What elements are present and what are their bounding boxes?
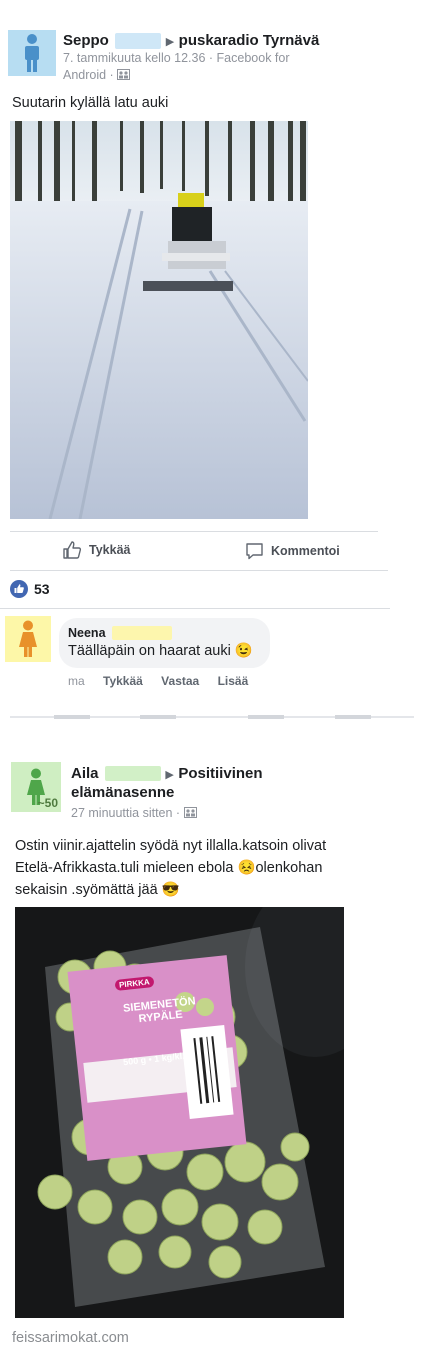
post-photo-ski-track[interactable] xyxy=(10,121,308,519)
redacted-name xyxy=(111,625,172,640)
comment-reply-link[interactable]: Vastaa xyxy=(161,674,199,688)
female-user-icon xyxy=(19,620,37,657)
grapes-image xyxy=(15,907,344,1318)
author-avatar[interactable]: ~50 xyxy=(11,762,61,812)
group-name-line1[interactable]: Positiivinen xyxy=(178,765,262,782)
redacted-name xyxy=(115,32,162,49)
post-header: Seppo ▶ puskaradio Tyrnävä xyxy=(63,32,319,50)
reaction-summary[interactable]: 53 xyxy=(10,580,50,598)
speech-bubble-icon xyxy=(246,543,263,560)
like-reaction-icon xyxy=(10,580,28,598)
separator-mark xyxy=(335,715,371,719)
reaction-count: 53 xyxy=(34,581,50,597)
post-time[interactable]: 27 minuuttia sitten · xyxy=(71,806,180,820)
male-user-icon xyxy=(25,34,39,72)
group-name[interactable]: puskaradio Tyrnävä xyxy=(179,32,320,49)
like-button[interactable]: Tykkää xyxy=(62,540,130,560)
avatar-badge: ~50 xyxy=(37,796,58,810)
post-header: Aila ▶ Positiivinen xyxy=(71,765,263,783)
arrow-right-icon: ▶ xyxy=(165,36,175,48)
group-name-line2[interactable]: elämänasenne xyxy=(71,784,174,801)
commenter-avatar[interactable] xyxy=(5,616,51,662)
commenter-name[interactable]: Neena xyxy=(68,626,106,640)
watermark: feissarimokat.com xyxy=(12,1330,129,1346)
post-photo-grapes[interactable]: PIRKKA SIEMENETÖN RYPÄLE 500 g • 1 kg/kl… xyxy=(15,907,344,1318)
post-text: Suutarin kylällä latu auki xyxy=(12,95,169,111)
author-name[interactable]: Aila xyxy=(71,765,99,782)
separator-mark xyxy=(54,715,90,719)
comment-actions: ma Tykkää Vastaa Lisää xyxy=(68,674,248,688)
comment-time[interactable]: ma xyxy=(68,674,85,688)
arrow-right-icon: ▶ xyxy=(165,769,174,781)
comment-text: Täälläpäin on haarat auki 😉 xyxy=(68,643,253,659)
post-text: Ostin viinir.ajattelin syödä nyt illalla… xyxy=(15,838,327,898)
author-avatar[interactable] xyxy=(8,30,56,76)
post-meta-line1[interactable]: 7. tammikuuta kello 12.36 · Facebook for xyxy=(63,51,290,65)
comment-button[interactable]: Kommentoi xyxy=(245,542,340,560)
separator-mark xyxy=(248,715,284,719)
separator-mark xyxy=(140,715,176,719)
post-meta-line2: Android · xyxy=(63,68,114,82)
comment-like-link[interactable]: Tykkää xyxy=(103,674,143,688)
thumbs-up-icon xyxy=(63,541,82,559)
group-audience-icon xyxy=(183,807,197,818)
comment-more-link[interactable]: Lisää xyxy=(218,674,249,688)
author-name[interactable]: Seppo xyxy=(63,32,109,49)
redacted-name xyxy=(104,766,161,782)
group-audience-icon xyxy=(117,69,131,80)
ski-track-image xyxy=(10,121,308,519)
